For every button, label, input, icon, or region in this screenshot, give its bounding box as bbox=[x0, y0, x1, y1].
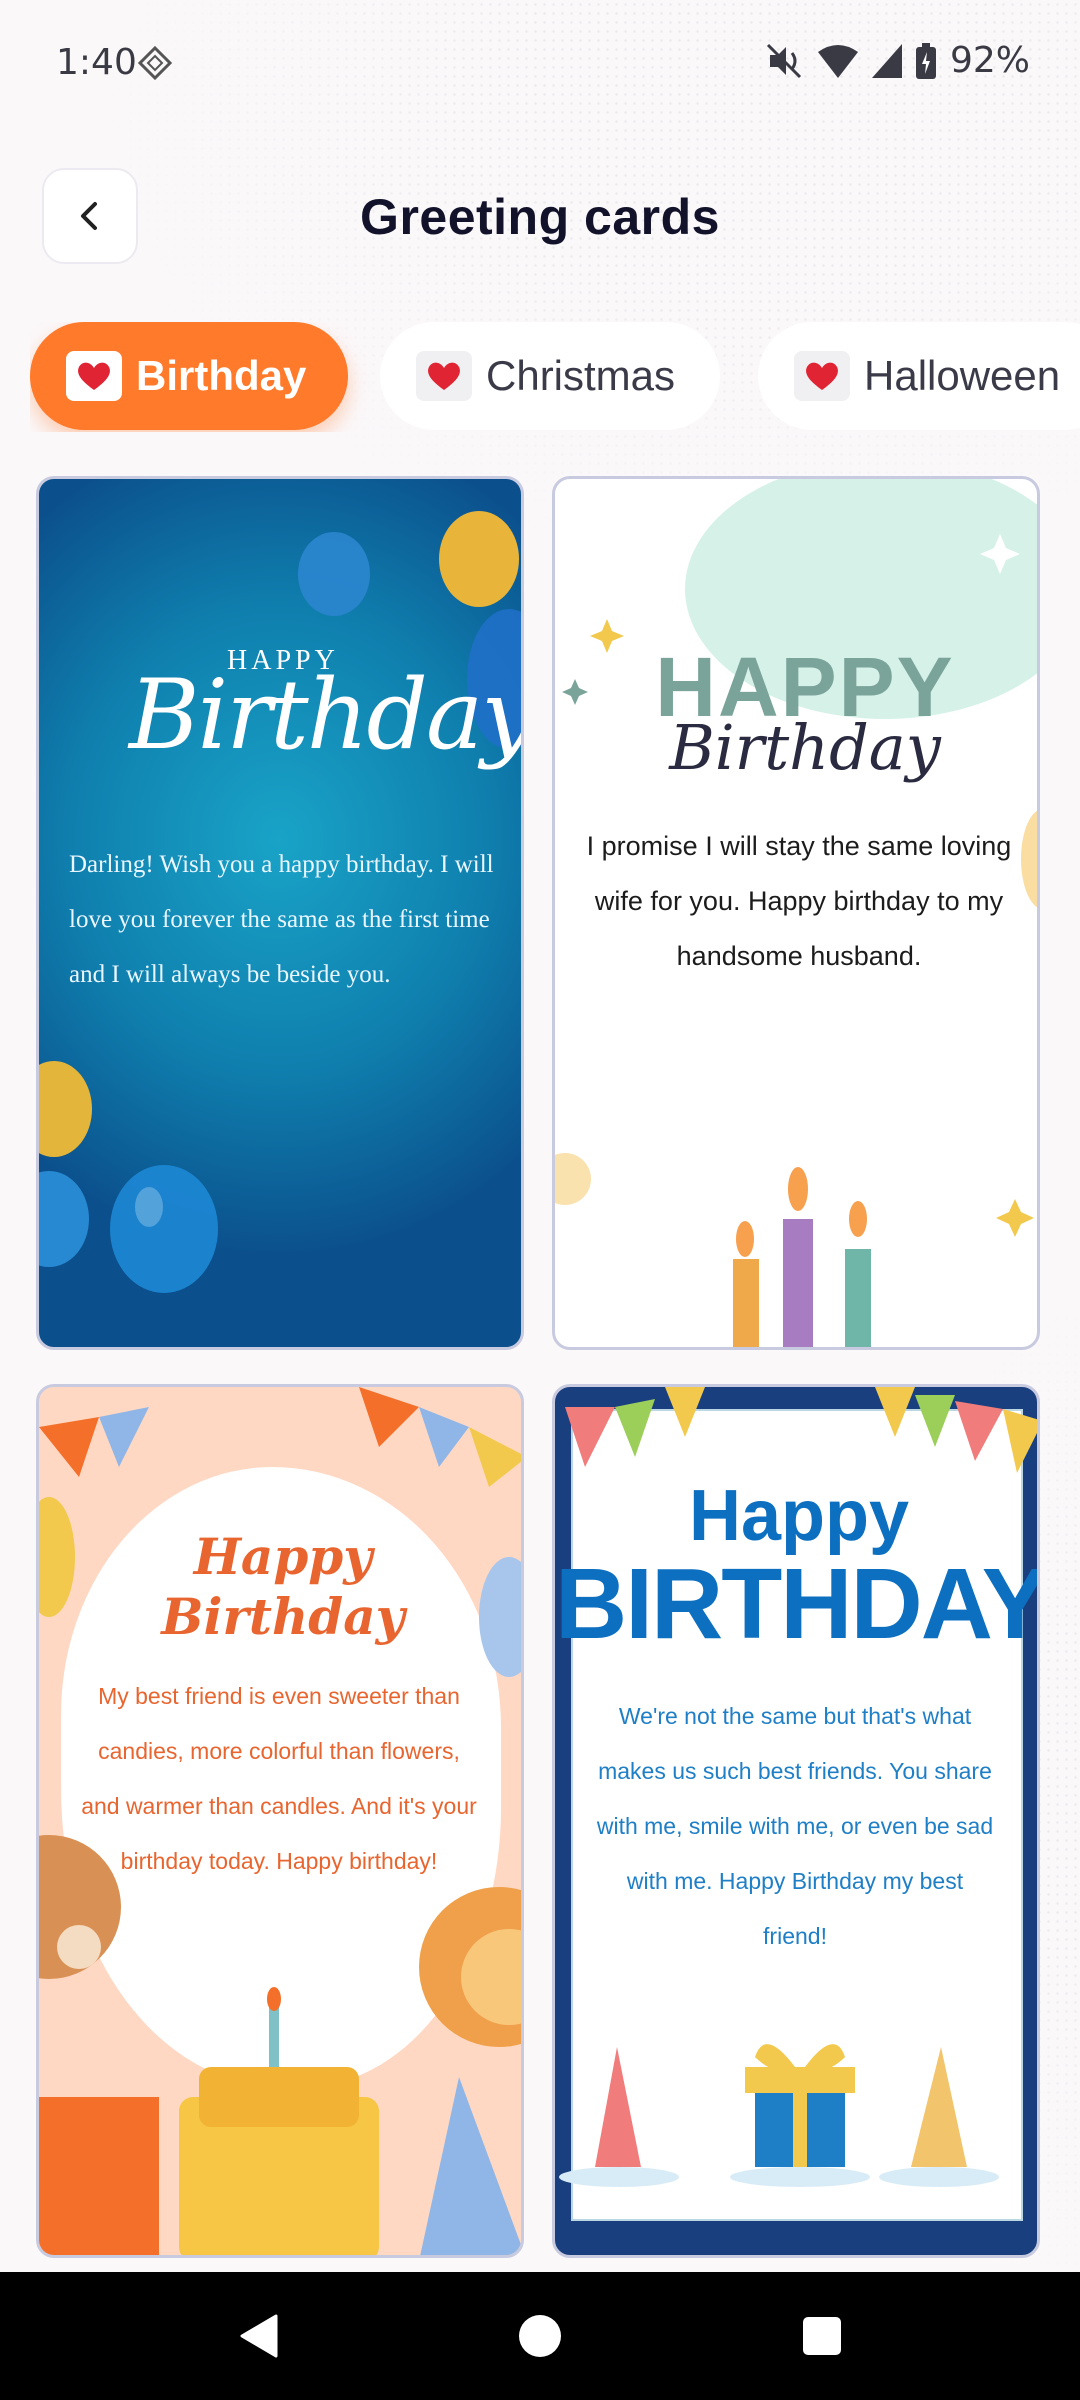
card-heading-small: Happy bbox=[193, 1527, 373, 1586]
card-heading: Birthday bbox=[161, 1587, 405, 1646]
wifi-icon bbox=[817, 44, 858, 78]
battery-icon bbox=[915, 42, 936, 79]
greeting-card-3[interactable]: Happy Birthday My best friend is even sw… bbox=[36, 1384, 524, 2258]
card-message: I promise I will stay the same loving wi… bbox=[586, 831, 1012, 971]
greeting-card-4[interactable]: Happy BIRTHDAY We're not the same but th… bbox=[552, 1384, 1040, 2258]
heart-icon bbox=[66, 351, 122, 401]
vpn-icon bbox=[138, 46, 172, 80]
tab-birthday[interactable]: Birthday bbox=[30, 322, 348, 430]
card-message: My best friend is even sweeter than cand… bbox=[81, 1683, 477, 1874]
card-message: Darling! Wish you a happy birthday. I wi… bbox=[69, 851, 494, 988]
heart-icon bbox=[794, 351, 850, 401]
card-heading-small: Happy bbox=[688, 1476, 910, 1556]
mute-icon bbox=[766, 43, 802, 78]
system-nav-bar bbox=[0, 2272, 1080, 2400]
page-title: Greeting cards bbox=[360, 189, 720, 245]
status-time: 1:40 bbox=[56, 42, 137, 83]
card-heading: Birthday bbox=[129, 659, 524, 771]
greeting-card-2[interactable]: HAPPY Birthday I promise I will stay the… bbox=[552, 476, 1040, 1350]
tab-label: Birthday bbox=[136, 352, 307, 399]
card-heading: BIRTHDAY bbox=[555, 1548, 1040, 1660]
nav-home-icon[interactable] bbox=[518, 2314, 562, 2358]
tab-label: Halloween bbox=[864, 352, 1061, 399]
heart-icon bbox=[416, 351, 472, 401]
nav-recents-icon[interactable] bbox=[802, 2316, 842, 2356]
nav-back-icon[interactable] bbox=[238, 2314, 278, 2358]
tab-christmas[interactable]: Christmas bbox=[380, 322, 720, 430]
card-message: We're not the same but that's what makes… bbox=[596, 1703, 994, 1949]
battery-percentage: 92% bbox=[949, 40, 1030, 81]
card-heading: Birthday bbox=[669, 711, 941, 784]
tab-label: Christmas bbox=[486, 352, 676, 399]
greeting-card-1[interactable]: HAPPY Birthday Darling! Wish you a happy… bbox=[36, 476, 524, 1350]
tab-halloween[interactable]: Halloween bbox=[758, 322, 1080, 430]
status-bar: 1:40 92% bbox=[0, 0, 1080, 130]
category-tabs: Birthday Christmas Halloween bbox=[30, 322, 1080, 432]
signal-icon bbox=[871, 43, 902, 78]
